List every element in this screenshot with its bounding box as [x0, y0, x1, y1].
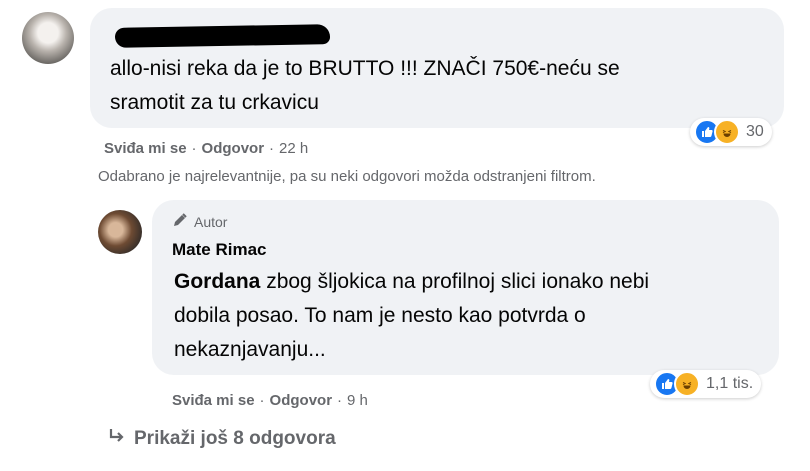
reply-line: nekaznjavanju...: [174, 338, 326, 361]
comment-actions: Sviđa mi se · Odgovor · 22 h: [104, 140, 308, 157]
mention-tag[interactable]: Gordana: [174, 270, 260, 293]
show-more-replies-label: Prikaži još 8 odgovora: [134, 428, 336, 449]
reply-line-text: zbog šljokica na profilnoj slici ionako …: [260, 270, 650, 293]
reply-arrow-icon: [108, 428, 126, 450]
comments-thread: allo-nisi reka da je to BRUTTO !!! ZNAČI…: [0, 0, 810, 471]
comment-text: allo-nisi reka da je to BRUTTO !!! ZNAČI…: [110, 52, 760, 120]
reply-author-name[interactable]: Mate Rimac: [172, 240, 266, 260]
reply-time[interactable]: 9 h: [347, 392, 368, 409]
separator: ·: [259, 392, 265, 409]
reply-actions: Sviđa mi se · Odgovor · 9 h: [172, 392, 368, 409]
haha-icon: [714, 119, 740, 145]
reactions-summary[interactable]: 1,1 tis.: [650, 370, 762, 398]
reply-link[interactable]: Odgovor: [270, 392, 333, 409]
show-more-replies-button[interactable]: Prikaži još 8 odgovora: [108, 428, 336, 450]
separator: ·: [191, 140, 197, 157]
author-badge: Autor: [172, 212, 227, 231]
redacted-author-name: [114, 24, 331, 48]
reply-line: Gordana zbog šljokica na profilnoj slici…: [174, 265, 764, 299]
author-avatar[interactable]: [98, 210, 142, 254]
separator: ·: [269, 140, 275, 157]
like-link[interactable]: Sviđa mi se: [104, 140, 187, 157]
reply-line: dobila posao. To nam je nesto kao potvrd…: [174, 304, 586, 327]
author-badge-label: Autor: [194, 213, 228, 230]
reactions-count: 30: [746, 123, 764, 140]
commenter-avatar[interactable]: [22, 12, 74, 64]
filter-note: Odabrano je najrelevantnije, pa su neki …: [98, 168, 596, 185]
reactions-summary[interactable]: 30: [690, 118, 772, 146]
reply-text: Gordana zbog šljokica na profilnoj slici…: [174, 265, 764, 367]
like-link[interactable]: Sviđa mi se: [172, 392, 255, 409]
comment-line: sramotit za tu crkavicu: [110, 91, 319, 114]
comment-time[interactable]: 22 h: [279, 140, 308, 157]
separator: ·: [337, 392, 343, 409]
reactions-count: 1,1 tis.: [706, 375, 754, 392]
haha-icon: [674, 371, 700, 397]
comment-line: allo-nisi reka da je to BRUTTO !!! ZNAČI…: [110, 57, 620, 80]
reply-link[interactable]: Odgovor: [202, 140, 265, 157]
pencil-icon: [172, 212, 188, 231]
